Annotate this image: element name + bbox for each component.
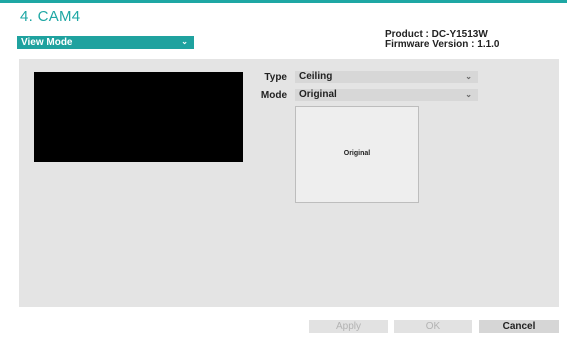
view-mode-select[interactable]: View Mode ⌄ — [17, 36, 194, 49]
firmware-text: Firmware Version : 1.1.0 — [385, 39, 500, 50]
camera-preview — [34, 72, 243, 162]
chevron-down-icon: ⌄ — [465, 90, 472, 99]
mode-value: Original — [299, 89, 337, 100]
type-label: Type — [264, 72, 287, 83]
mode-thumbnail: Original — [295, 106, 419, 203]
top-accent-line — [0, 0, 567, 3]
chevron-down-icon: ⌄ — [181, 37, 188, 46]
type-select[interactable]: Ceiling ⌄ — [295, 71, 478, 83]
type-value: Ceiling — [299, 71, 333, 82]
chevron-down-icon: ⌄ — [465, 72, 472, 81]
mode-select[interactable]: Original ⌄ — [295, 89, 478, 101]
device-info: Product : DC-Y1513W Firmware Version : 1… — [385, 30, 500, 50]
mode-label: Mode — [260, 90, 287, 101]
thumbnail-label: Original — [343, 150, 371, 157]
settings-panel: Type Ceiling ⌄ Mode Original ⌄ Original — [19, 59, 559, 307]
ok-button[interactable]: OK — [394, 320, 472, 333]
cancel-button[interactable]: Cancel — [479, 320, 559, 333]
view-mode-value: View Mode — [21, 37, 73, 48]
camera-title: 4. CAM4 — [20, 8, 81, 25]
apply-button[interactable]: Apply — [309, 320, 388, 333]
